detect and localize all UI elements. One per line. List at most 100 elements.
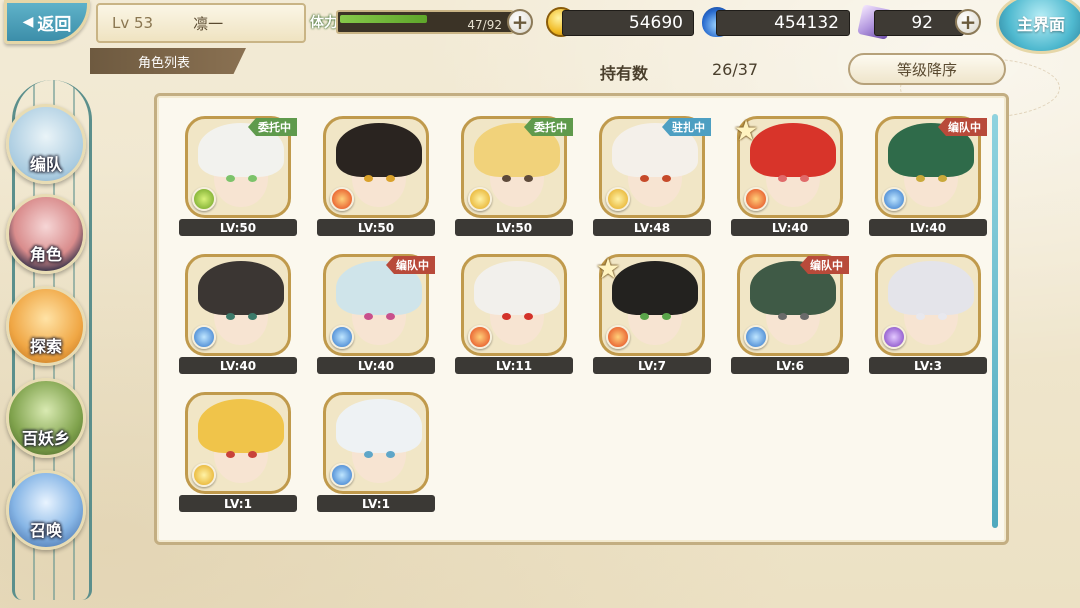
fire-element-icon (330, 187, 354, 211)
star-icon: ★ (595, 252, 621, 285)
character-card[interactable]: LV:11 (455, 254, 573, 374)
eye-left (226, 175, 235, 182)
level-label: LV:40 (869, 219, 987, 236)
character-card[interactable]: LV:50 (317, 116, 435, 236)
eye-right (938, 175, 947, 182)
crystal-amount: 92 (911, 13, 933, 33)
character-card[interactable]: LV:1 (179, 392, 297, 512)
nav-explore-button[interactable]: 探索 (6, 286, 86, 366)
scrollbar-track[interactable] (992, 114, 998, 528)
eye-left (916, 313, 925, 320)
status-tag: 委托中 (248, 118, 297, 136)
player-level: Lv 53 (112, 14, 154, 32)
player-info-panel: Lv 53 凛一 (96, 3, 306, 43)
eye-right (386, 175, 395, 182)
eye-right (248, 175, 257, 182)
status-tag: 编队中 (386, 256, 435, 274)
eye-left (364, 313, 373, 320)
eye-left (640, 175, 649, 182)
add-crystal-button[interactable]: + (955, 9, 981, 35)
character-list-panel: 委托中 LV:50 LV:50 委托中 LV:50 驻扎中 LV:48 ★ LV:40 编队中 LV… (154, 93, 1009, 545)
character-card[interactable]: 委托中 LV:50 (455, 116, 573, 236)
eye-right (248, 451, 257, 458)
owned-count: 26/37 (712, 60, 759, 79)
character-card[interactable]: ★ LV:7 (593, 254, 711, 374)
hair-shape (612, 261, 698, 315)
character-portrait (461, 254, 567, 356)
hair-shape (336, 123, 422, 177)
scrollbar-thumb[interactable] (992, 114, 998, 528)
character-portrait (875, 254, 981, 356)
eye-right (248, 313, 257, 320)
light-element-icon (606, 187, 630, 211)
character-card[interactable]: LV:3 (869, 254, 987, 374)
nav-explore-label: 探索 (29, 337, 62, 356)
eye-right (386, 451, 395, 458)
eye-right (800, 175, 809, 182)
hair-shape (474, 261, 560, 315)
character-portrait (323, 116, 429, 218)
character-grid: 委托中 LV:50 LV:50 委托中 LV:50 驻扎中 LV:48 ★ LV:40 编队中 LV… (179, 116, 987, 512)
stamina-bar: 47/92 (336, 10, 514, 34)
fire-element-icon (744, 187, 768, 211)
plus-icon: + (959, 10, 977, 34)
character-list-tab: 角色列表 (90, 48, 246, 74)
level-label: LV:40 (179, 357, 297, 374)
nav-character-button[interactable]: 角色 (6, 194, 86, 274)
level-label: LV:50 (455, 219, 573, 236)
water-element-icon (744, 325, 768, 349)
level-label: LV:1 (179, 495, 297, 512)
level-label: LV:40 (731, 219, 849, 236)
eye-right (662, 313, 671, 320)
eye-left (640, 313, 649, 320)
status-tag: 编队中 (800, 256, 849, 274)
fire-element-icon (468, 325, 492, 349)
soul-display: 454132 (716, 10, 850, 36)
hair-shape (888, 261, 974, 315)
water-element-icon (330, 463, 354, 487)
gold-display: 54690 (562, 10, 694, 36)
eye-left (778, 175, 787, 182)
stamina-label: 体力 (310, 15, 338, 31)
level-label: LV:6 (731, 357, 849, 374)
home-label: 主界面 (1016, 15, 1065, 34)
nav-summon-button[interactable]: 召唤 (6, 470, 86, 550)
sort-label: 等级降序 (896, 60, 957, 79)
nav-character-label: 角色 (29, 245, 62, 264)
level-label: LV:7 (593, 357, 711, 374)
level-label: LV:3 (869, 357, 987, 374)
eye-left (364, 451, 373, 458)
character-card[interactable]: 编队中 LV:40 (869, 116, 987, 236)
level-label: LV:40 (317, 357, 435, 374)
fire-element-icon (606, 325, 630, 349)
nav-village-label: 百妖乡 (21, 429, 70, 448)
status-tag: 驻扎中 (662, 118, 711, 136)
hair-shape (750, 123, 836, 177)
character-card[interactable]: ★ LV:40 (731, 116, 849, 236)
hair-shape (198, 261, 284, 315)
character-card[interactable]: 编队中 LV:6 (731, 254, 849, 374)
add-stamina-button[interactable]: + (507, 9, 533, 35)
nav-village-button[interactable]: 百妖乡 (6, 378, 86, 458)
character-card[interactable]: 驻扎中 LV:48 (593, 116, 711, 236)
level-label: LV:50 (317, 219, 435, 236)
eye-left (364, 175, 373, 182)
back-arrow-icon: ◀ (22, 14, 34, 30)
eye-left (916, 175, 925, 182)
eye-right (524, 313, 533, 320)
eye-right (800, 313, 809, 320)
eye-left (502, 313, 511, 320)
light-element-icon (468, 187, 492, 211)
dark-element-icon (882, 325, 906, 349)
plus-icon: + (511, 10, 529, 34)
sort-button[interactable]: 等级降序 (848, 53, 1006, 85)
character-card[interactable]: 编队中 LV:40 (317, 254, 435, 374)
soul-amount: 454132 (774, 13, 839, 33)
character-card[interactable]: 委托中 LV:50 (179, 116, 297, 236)
character-portrait (323, 392, 429, 494)
nav-team-button[interactable]: 编队 (6, 104, 86, 184)
character-card[interactable]: LV:40 (179, 254, 297, 374)
star-icon: ★ (733, 114, 759, 147)
character-card[interactable]: LV:1 (317, 392, 435, 512)
eye-right (662, 175, 671, 182)
